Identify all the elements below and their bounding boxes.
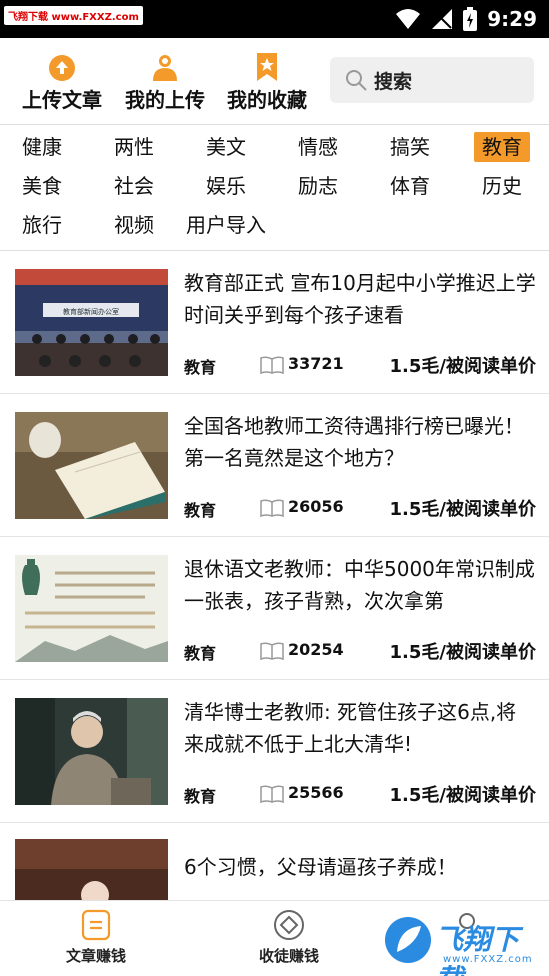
diamond-icon (274, 910, 304, 940)
article-item[interactable]: 全国各地教师工资待遇排行榜已曝光！第一名竟然是这个地方？ 教育 26056 1.… (0, 394, 549, 537)
article-price: 1.5毛/被阅读单价 (389, 642, 536, 663)
article-category: 教育 (184, 358, 217, 377)
book-icon (260, 499, 284, 517)
thumb-caption: 教育部新闻办公室 (63, 307, 119, 316)
article-meta: 教育 20254 1.5毛/被阅读单价 (184, 638, 536, 664)
article-price: 1.5毛/被阅读单价 (389, 785, 536, 806)
category-tab-society[interactable]: 社会 (114, 171, 154, 201)
article-thumbnail (15, 412, 168, 519)
divider (0, 124, 549, 125)
article-thumbnail (15, 555, 168, 662)
category-tab-food[interactable]: 美食 (22, 171, 62, 201)
article-category: 教育 (184, 501, 217, 520)
wifi-icon (396, 9, 421, 29)
category-tab-essay[interactable]: 美文 (206, 132, 246, 162)
my-favorites-button[interactable]: 我的收藏 (219, 52, 315, 113)
status-icons: 9:29 (395, 7, 537, 31)
article-meta: 教育 26056 1.5毛/被阅读单价 (184, 495, 536, 521)
bookmark-star-icon (257, 53, 277, 81)
article-read-count: 33721 (288, 354, 344, 373)
article-read-count: 20254 (288, 640, 344, 659)
category-tab-funny[interactable]: 搞笑 (390, 132, 430, 162)
article-category: 教育 (184, 787, 217, 806)
watermark-text: 飞翔下载 (435, 923, 520, 976)
my-uploads-label: 我的上传 (125, 88, 205, 112)
article-category: 教育 (184, 644, 217, 663)
article-item[interactable]: 退休语文老教师：中华5000年常识制成一张表，孩子背熟，次次拿第 教育 2025… (0, 537, 549, 680)
article-item[interactable]: 教育部新闻办公室 教育部正式 宣布10月起中小学推迟上学时间关乎到每个孩子速看 … (0, 251, 549, 394)
tab-apprentice-earn-label: 收徒赚钱 (258, 947, 319, 965)
status-bar: 飞翔下载 www.FXXZ.com 9:29 (0, 0, 549, 38)
article-read-count: 25566 (288, 783, 344, 802)
article-thumbnail: 教育部新闻办公室 (15, 269, 168, 376)
article-title: 全国各地教师工资待遇排行榜已曝光！第一名竟然是这个地方？ (184, 414, 524, 470)
book-icon (260, 785, 284, 803)
article-item[interactable]: 6个习惯，父母请逼孩子养成！ (0, 823, 549, 900)
category-tab-emotion[interactable]: 情感 (298, 132, 338, 162)
upload-article-label: 上传文章 (22, 88, 102, 112)
article-title: 6个习惯，父母请逼孩子养成！ (184, 855, 457, 879)
tab-article-earn[interactable]: 文章赚钱 (41, 909, 151, 966)
watermark-logo: 飞翔下载 www.FXXZ.com (383, 914, 543, 976)
category-tab-education[interactable]: 教育 (474, 132, 530, 162)
status-time: 9:29 (487, 7, 537, 31)
my-uploads-button[interactable]: 我的上传 (117, 52, 213, 113)
upload-article-button[interactable]: 上传文章 (14, 52, 110, 113)
article-price: 1.5毛/被阅读单价 (389, 356, 536, 377)
user-icon (153, 55, 177, 81)
tab-article-earn-label: 文章赚钱 (65, 947, 126, 965)
document-icon (81, 909, 111, 941)
leaf-logo-icon (385, 917, 431, 963)
article-title: 退休语文老教师：中华5000年常识制成一张表，孩子背熟，次次拿第 (184, 557, 535, 613)
article-item[interactable]: 清华博士老教师: 死管住孩子这6点,将来成就不低于上北大清华! 教育 25566… (0, 680, 549, 823)
search-label: 搜索 (374, 71, 413, 93)
watermark-subtext: www.FXXZ.com (443, 954, 533, 965)
category-tab-sports[interactable]: 体育 (390, 171, 430, 201)
tab-apprentice-earn[interactable]: 收徒赚钱 (234, 909, 344, 966)
watermark-badge: 飞翔下载 www.FXXZ.com (4, 6, 143, 25)
article-title: 清华博士老教师: 死管住孩子这6点,将来成就不低于上北大清华! (184, 700, 517, 756)
category-tab-sex[interactable]: 两性 (114, 132, 154, 162)
category-tabs: 健康 两性 美文 情感 搞笑 教育 美食 社会 娱乐 励志 体育 历史 旅行 视… (0, 126, 549, 250)
article-thumbnail (15, 698, 168, 805)
category-tab-video[interactable]: 视频 (114, 210, 154, 240)
article-meta: 教育 33721 1.5毛/被阅读单价 (184, 352, 536, 378)
category-tab-history[interactable]: 历史 (482, 171, 522, 201)
article-meta: 教育 25566 1.5毛/被阅读单价 (184, 781, 536, 807)
cloud-upload-icon (49, 55, 75, 81)
category-tab-travel[interactable]: 旅行 (22, 210, 62, 240)
book-icon (260, 642, 284, 660)
category-tab-inspiration[interactable]: 励志 (298, 171, 338, 201)
search-box[interactable]: 搜索 (330, 57, 534, 103)
category-tab-health[interactable]: 健康 (22, 132, 62, 162)
article-title: 教育部正式 宣布10月起中小学推迟上学时间关乎到每个孩子速看 (184, 271, 536, 327)
article-price: 1.5毛/被阅读单价 (389, 499, 536, 520)
article-thumbnail (15, 839, 168, 900)
category-tab-user-import[interactable]: 用户导入 (186, 210, 266, 240)
battery-icon (463, 7, 478, 31)
category-tab-entertainment[interactable]: 娱乐 (206, 171, 246, 201)
my-favorites-label: 我的收藏 (227, 88, 307, 112)
top-actions: 上传文章 我的上传 我的收藏 搜索 (0, 38, 549, 124)
article-read-count: 26056 (288, 497, 344, 516)
search-icon (346, 70, 367, 91)
signal-icon (432, 9, 453, 29)
book-icon (260, 356, 284, 374)
